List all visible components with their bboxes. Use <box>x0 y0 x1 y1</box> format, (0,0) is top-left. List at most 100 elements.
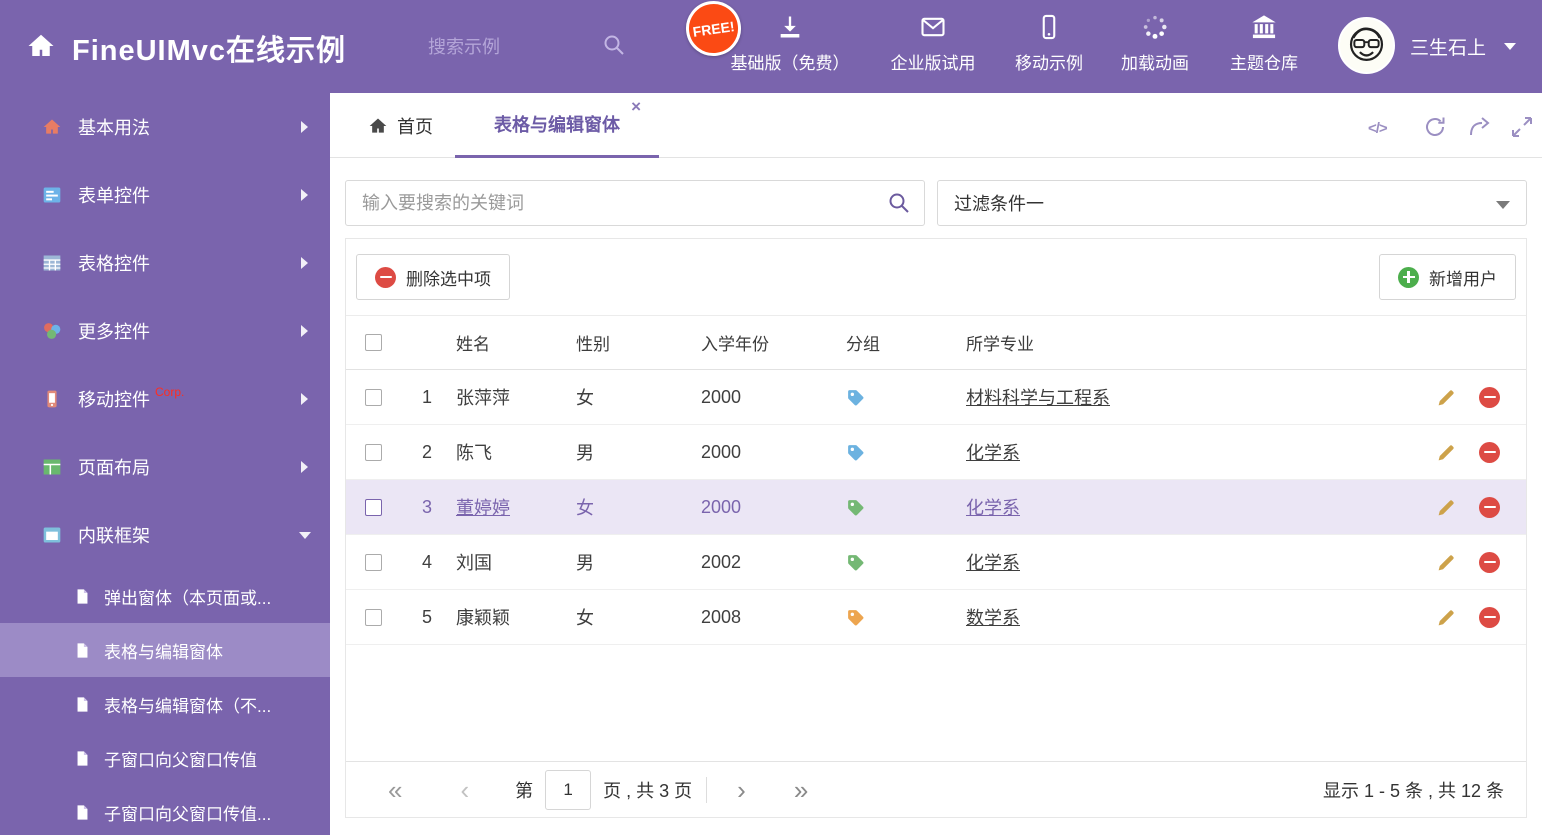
row-checkbox[interactable] <box>365 608 382 626</box>
form-icon <box>42 185 62 205</box>
tab-home[interactable]: 首页 <box>360 93 441 158</box>
sidebar-item-label: 表单控件 <box>78 186 150 206</box>
edit-icon[interactable] <box>1436 607 1457 628</box>
sidebar-subitem-grid-edit-window-2[interactable]: 表格与编辑窗体（不... <box>0 677 330 731</box>
row-checkbox[interactable] <box>365 388 382 406</box>
nav-label: 企业版试用 <box>890 54 976 73</box>
major-link[interactable]: 数学系 <box>966 604 1020 630</box>
edit-icon[interactable] <box>1436 497 1457 518</box>
username[interactable]: 三生石上 <box>1410 33 1486 60</box>
search-icon[interactable] <box>602 33 626 57</box>
sidebar-subitem-label: 表格与编辑窗体（不... <box>104 696 272 716</box>
home-icon <box>368 116 388 136</box>
file-icon <box>74 588 91 605</box>
header-search-input[interactable] <box>428 30 598 64</box>
refresh-icon[interactable] <box>1423 115 1447 139</box>
delete-row-icon[interactable] <box>1479 386 1500 408</box>
major-link[interactable]: 化学系 <box>966 549 1020 575</box>
major-link[interactable]: 材料科学与工程系 <box>966 384 1110 410</box>
sidebar-item-mobile-controls[interactable]: 移动控件 Corp. <box>0 365 330 433</box>
table-header-row: 姓名 性别 入学年份 分组 所学专业 <box>346 315 1526 370</box>
next-page-button[interactable]: › <box>737 777 746 803</box>
nav-label: 加载动画 <box>1121 54 1189 73</box>
column-header-name[interactable]: 姓名 <box>446 316 566 369</box>
nav-label: 基础版（免费） <box>730 54 850 73</box>
mobile-icon <box>42 389 62 409</box>
grid-search-input[interactable] <box>345 180 925 226</box>
edit-icon[interactable] <box>1436 442 1457 463</box>
corp-badge: Corp. <box>155 385 185 399</box>
sidebar-item-label: 内联框架 <box>78 526 150 546</box>
sidebar-subitem-grid-edit-window[interactable]: 表格与编辑窗体 <box>0 623 330 677</box>
tab-grid-edit-window[interactable]: 表格与编辑窗体 × <box>455 93 659 158</box>
delete-row-icon[interactable] <box>1479 551 1500 573</box>
plus-circle-icon <box>1398 266 1419 288</box>
table-row[interactable]: 2 陈飞 男 2000 化学系 <box>346 425 1526 480</box>
user-avatar[interactable] <box>1338 17 1395 74</box>
major-link[interactable]: 化学系 <box>966 494 1020 520</box>
edit-icon[interactable] <box>1436 552 1457 573</box>
cell-name: 董婷婷 <box>456 498 510 518</box>
sidebar-item-basic-usage[interactable]: 基本用法 <box>0 93 330 161</box>
fullscreen-icon[interactable] <box>1510 115 1534 139</box>
theme-store-icon <box>1250 13 1278 41</box>
major-link[interactable]: 化学系 <box>966 439 1020 465</box>
nav-basic-edition[interactable]: 基础版（免费） <box>715 13 865 74</box>
sidebar-item-more-controls[interactable]: 更多控件 <box>0 297 330 365</box>
nav-theme-store[interactable]: 主题仓库 <box>1189 13 1339 74</box>
delete-selected-button[interactable]: 删除选中项 <box>356 254 510 300</box>
sidebar-item-iframe[interactable]: 内联框架 <box>0 501 330 569</box>
cell-year: 2008 <box>701 606 742 627</box>
table-row[interactable]: 1 张萍萍 女 2000 材料科学与工程系 <box>346 370 1526 425</box>
tag-icon <box>848 609 864 625</box>
filter-dropdown[interactable]: 过滤条件一 <box>937 180 1527 226</box>
download-icon <box>776 13 804 41</box>
caret-down-icon[interactable] <box>1504 43 1516 50</box>
sidebar-subitem-child-to-parent-2[interactable]: 子窗口向父窗口传值... <box>0 785 330 835</box>
frame-icon <box>42 525 62 545</box>
table-row-selected[interactable]: 3 董婷婷 女 2000 化学系 <box>346 480 1526 535</box>
delete-row-icon[interactable] <box>1479 496 1500 518</box>
sidebar: 基本用法 表单控件 表格控件 更多控件 移动控件 Corp. 页面布局 内联框架… <box>0 93 330 835</box>
source-code-icon[interactable]: </> <box>1368 120 1388 137</box>
select-all-checkbox[interactable] <box>365 334 382 351</box>
column-header-gender[interactable]: 性别 <box>566 316 691 369</box>
row-checkbox[interactable] <box>365 443 382 461</box>
top-header: FineUIMvc在线示例 FREE! 基础版（免费） 企业版试用 移动示例 <box>0 0 1542 93</box>
chevron-down-icon <box>299 531 311 539</box>
column-header-year[interactable]: 入学年份 <box>691 316 836 369</box>
add-user-button[interactable]: 新增用户 <box>1379 254 1516 300</box>
tag-icon <box>848 554 864 570</box>
table-row[interactable]: 5 康颖颖 女 2008 数学系 <box>346 590 1526 645</box>
previous-page-button[interactable]: ‹ <box>460 777 469 803</box>
file-icon <box>74 804 91 821</box>
row-number: 1 <box>421 386 432 407</box>
row-checkbox[interactable] <box>365 498 382 516</box>
envelope-icon <box>919 13 947 41</box>
open-in-new-icon[interactable] <box>1467 115 1491 139</box>
close-icon[interactable]: × <box>631 98 641 115</box>
cell-gender: 女 <box>576 498 594 518</box>
page-number-input[interactable] <box>545 769 592 810</box>
sidebar-item-label: 基本用法 <box>78 118 150 138</box>
last-page-button[interactable]: » <box>794 777 808 803</box>
cell-name: 张萍萍 <box>456 388 510 408</box>
search-icon[interactable] <box>887 191 911 215</box>
sidebar-subitem-child-to-parent[interactable]: 子窗口向父窗口传值 <box>0 731 330 785</box>
sidebar-item-form-controls[interactable]: 表单控件 <box>0 161 330 229</box>
minus-circle-icon <box>375 266 396 288</box>
first-page-button[interactable]: « <box>388 777 402 803</box>
delete-row-icon[interactable] <box>1479 441 1500 463</box>
chevron-right-icon <box>301 121 308 133</box>
sidebar-item-table-controls[interactable]: 表格控件 <box>0 229 330 297</box>
delete-row-icon[interactable] <box>1479 606 1500 628</box>
column-header-major[interactable]: 所学专业 <box>956 316 1406 369</box>
column-header-group[interactable]: 分组 <box>836 316 956 369</box>
table-row[interactable]: 4 刘国 男 2002 化学系 <box>346 535 1526 590</box>
sidebar-subitem-popup-window[interactable]: 弹出窗体（本页面或... <box>0 569 330 623</box>
table-icon <box>42 253 62 273</box>
row-checkbox[interactable] <box>365 553 382 571</box>
home-icon[interactable] <box>26 31 56 61</box>
sidebar-item-page-layout[interactable]: 页面布局 <box>0 433 330 501</box>
edit-icon[interactable] <box>1436 387 1457 408</box>
